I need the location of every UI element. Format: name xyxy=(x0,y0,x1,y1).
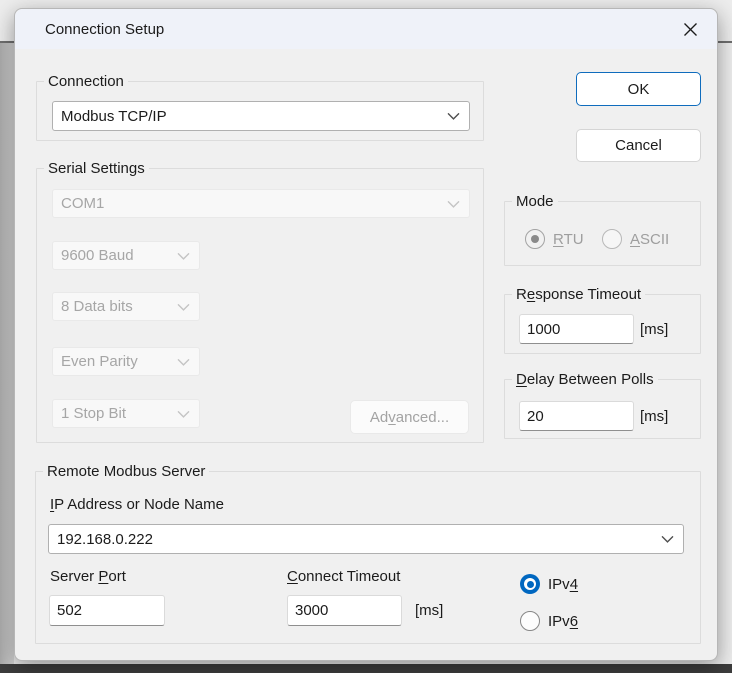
stop-bits-value: 1 Stop Bit xyxy=(61,405,126,422)
connection-group: Connection Modbus TCP/IP xyxy=(36,81,484,141)
connection-type-value: Modbus TCP/IP xyxy=(61,108,167,125)
ok-button[interactable]: OK xyxy=(576,72,701,106)
ascii-radio-label: ASCII xyxy=(630,231,669,248)
response-timeout-group: Response Timeout [ms] xyxy=(504,294,701,354)
chevron-down-icon xyxy=(177,303,190,311)
chevron-down-icon xyxy=(177,410,190,418)
ascii-radio-row: ASCII xyxy=(602,229,669,249)
dialog-title: Connection Setup xyxy=(45,21,164,38)
ipv4-radio-row[interactable]: IPv4 xyxy=(520,574,578,594)
delay-between-polls-group: Delay Between Polls [ms] xyxy=(504,379,701,439)
ok-button-label: OK xyxy=(628,81,650,98)
ascii-radio xyxy=(602,229,622,249)
ip-address-label: IP Address or Node Name xyxy=(50,496,224,513)
advanced-button: Advanced... xyxy=(350,400,469,434)
connect-timeout-label: Connect Timeout xyxy=(287,568,400,585)
serial-settings-group-label: Serial Settings xyxy=(44,160,149,177)
chevron-down-icon xyxy=(447,200,460,208)
connect-timeout-unit: [ms] xyxy=(415,602,443,619)
connect-timeout-input[interactable] xyxy=(287,595,402,626)
connection-setup-dialog: Connection Setup OK Cancel Connection Mo… xyxy=(14,8,718,661)
ip-address-value: 192.168.0.222 xyxy=(57,531,153,548)
rtu-radio xyxy=(525,229,545,249)
parity-value: Even Parity xyxy=(61,353,138,370)
ipv6-radio-label: IPv6 xyxy=(548,613,578,630)
com-port-value: COM1 xyxy=(61,195,104,212)
delay-between-polls-unit: [ms] xyxy=(640,408,673,425)
ipv6-radio[interactable] xyxy=(520,611,540,631)
connection-type-dropdown[interactable]: Modbus TCP/IP xyxy=(52,101,470,131)
parity-dropdown: Even Parity xyxy=(52,347,200,376)
chevron-down-icon xyxy=(177,358,190,366)
chevron-down-icon xyxy=(661,535,674,543)
rtu-radio-label: RTU xyxy=(553,231,584,248)
response-timeout-group-label: Response Timeout xyxy=(512,286,645,303)
data-bits-value: 8 Data bits xyxy=(61,298,133,315)
background-dark-strip xyxy=(0,664,732,673)
advanced-button-label: Advanced... xyxy=(370,409,449,426)
com-port-dropdown: COM1 xyxy=(52,189,470,218)
ipv6-radio-row[interactable]: IPv6 xyxy=(520,611,578,631)
remote-modbus-server-group-label: Remote Modbus Server xyxy=(43,463,209,480)
serial-settings-group: Serial Settings COM1 9600 Baud 8 Data bi… xyxy=(36,168,484,443)
delay-between-polls-input[interactable] xyxy=(519,401,634,431)
title-bar: Connection Setup xyxy=(15,9,717,49)
ipv4-radio[interactable] xyxy=(520,574,540,594)
baud-rate-value: 9600 Baud xyxy=(61,247,134,264)
chevron-down-icon xyxy=(447,112,460,120)
ipv4-radio-label: IPv4 xyxy=(548,576,578,593)
dialog-shadow xyxy=(0,43,14,664)
stop-bits-dropdown: 1 Stop Bit xyxy=(52,399,200,428)
delay-between-polls-group-label: Delay Between Polls xyxy=(512,371,658,388)
response-timeout-input[interactable] xyxy=(519,314,634,344)
ip-address-dropdown[interactable]: 192.168.0.222 xyxy=(48,524,684,554)
mode-group-label: Mode xyxy=(512,193,558,210)
baud-rate-dropdown: 9600 Baud xyxy=(52,241,200,270)
rtu-radio-row: RTU xyxy=(525,229,584,249)
server-port-label: Server Port xyxy=(50,568,126,585)
cancel-button[interactable]: Cancel xyxy=(576,129,701,162)
server-port-input[interactable] xyxy=(49,595,165,626)
cancel-button-label: Cancel xyxy=(615,137,662,154)
connection-group-label: Connection xyxy=(44,73,128,90)
chevron-down-icon xyxy=(177,252,190,260)
mode-group: Mode RTU ASCII xyxy=(504,201,701,266)
close-icon xyxy=(683,22,698,37)
data-bits-dropdown: 8 Data bits xyxy=(52,292,200,321)
close-button[interactable] xyxy=(671,15,709,43)
remote-modbus-server-group: Remote Modbus Server IP Address or Node … xyxy=(35,471,701,644)
response-timeout-unit: [ms] xyxy=(640,321,673,338)
